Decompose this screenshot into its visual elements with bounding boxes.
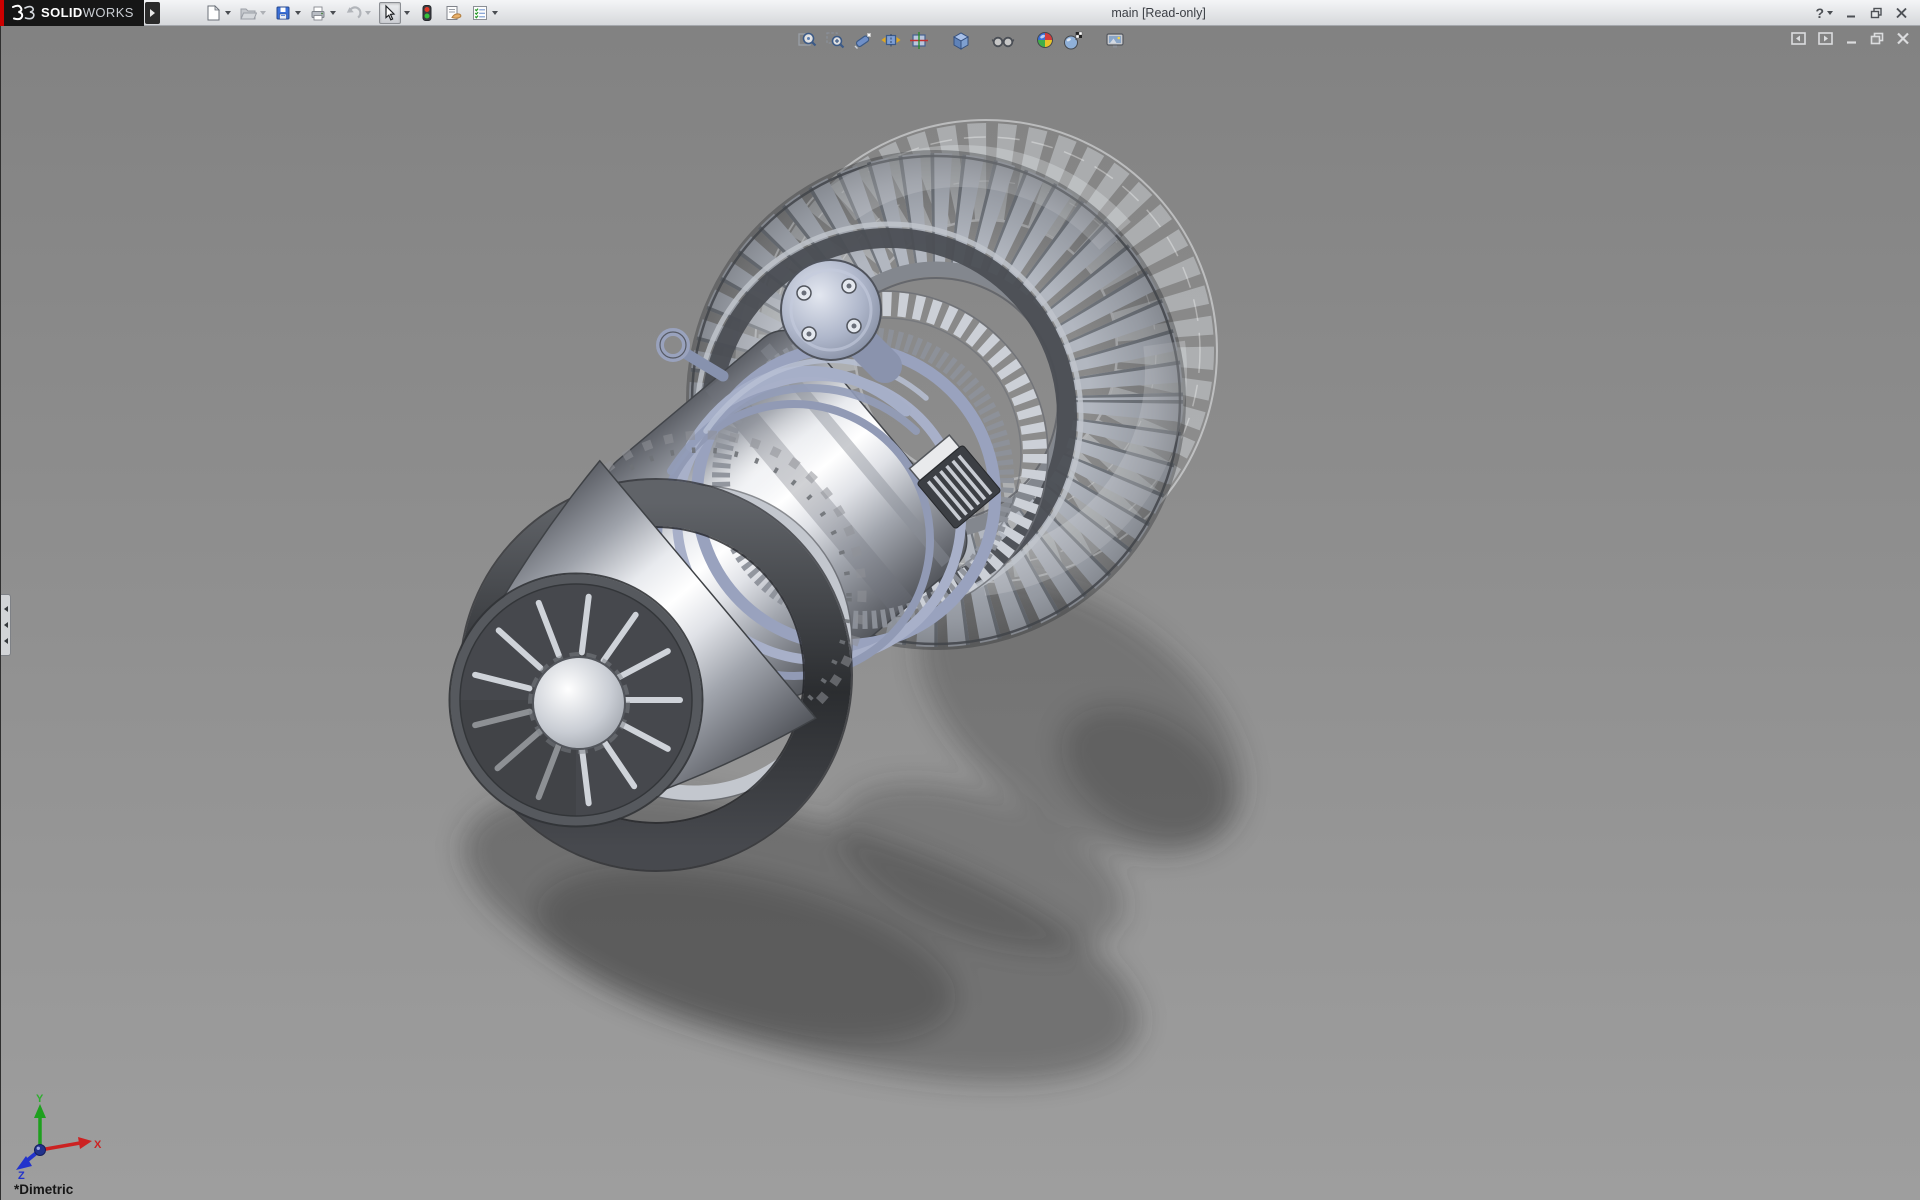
zoom-to-area-button[interactable] <box>823 29 847 51</box>
window-controls: ? <box>1815 5 1920 21</box>
zoom-to-fit-icon <box>796 29 818 51</box>
rebuild-traffic-light-icon <box>418 4 436 22</box>
hide-show-items-glasses-icon <box>991 29 1015 51</box>
restore-icon <box>1870 7 1883 19</box>
jet-engine-model <box>1 26 1920 1200</box>
new-document-button[interactable] <box>202 2 233 24</box>
help-icon: ? <box>1815 5 1824 21</box>
previous-view-icon <box>852 29 874 51</box>
solidworks-logo[interactable]: SOLIDWORKS <box>0 0 144 26</box>
open-dropdown[interactable] <box>260 11 266 15</box>
file-properties-icon <box>444 4 463 22</box>
feature-manager-collapsed-tab[interactable] <box>1 594 11 656</box>
view-orientation-label: *Dimetric <box>14 1182 73 1197</box>
open-button[interactable] <box>237 2 268 24</box>
view-orientation-icon <box>908 29 930 51</box>
view-settings-button[interactable] <box>1103 29 1127 51</box>
help-dropdown[interactable] <box>1827 11 1833 15</box>
select-button[interactable] <box>377 2 412 24</box>
save-floppy-icon <box>274 4 292 22</box>
undo-icon <box>344 4 362 22</box>
select-dropdown[interactable] <box>404 11 410 15</box>
print-icon <box>309 4 327 22</box>
app-restore-button[interactable] <box>1869 6 1883 20</box>
tab-arrow-icon <box>4 638 8 644</box>
document-title: main [Read-only] <box>502 6 1816 20</box>
reference-triad: Y X Z <box>6 1092 106 1180</box>
zoom-to-area-icon <box>824 29 846 51</box>
new-document-dropdown[interactable] <box>225 11 231 15</box>
main-toolbar <box>200 2 502 24</box>
headsup-view-toolbar <box>793 29 1129 51</box>
undo-button[interactable] <box>342 2 373 24</box>
save-dropdown[interactable] <box>295 11 301 15</box>
new-document-icon <box>204 4 222 22</box>
brand-light: WORKS <box>83 5 134 20</box>
rebuild-button[interactable] <box>416 2 438 24</box>
hide-show-items-button[interactable] <box>991 29 1015 51</box>
zoom-to-fit-button[interactable] <box>795 29 819 51</box>
shaft-hub <box>533 657 625 749</box>
doc-minimize-button[interactable] <box>1845 32 1858 45</box>
exhaust-opening <box>450 574 703 827</box>
options-button[interactable] <box>469 2 500 24</box>
help-button[interactable]: ? <box>1815 5 1833 21</box>
edit-appearance-button[interactable] <box>1033 29 1057 51</box>
model-viewport[interactable]: Y X Z *Dimetric <box>0 26 1920 1200</box>
display-style-button[interactable] <box>949 29 973 51</box>
view-settings-icon <box>1104 29 1126 51</box>
print-button[interactable] <box>307 2 338 24</box>
apply-scene-button[interactable] <box>1061 29 1085 51</box>
undo-dropdown[interactable] <box>365 11 371 15</box>
options-dropdown[interactable] <box>492 11 498 15</box>
close-icon <box>1895 7 1908 19</box>
view-orientation-button[interactable] <box>907 29 931 51</box>
triad-x-label: X <box>94 1139 102 1151</box>
tab-arrow-icon <box>4 606 8 612</box>
triad-y-label: Y <box>36 1093 44 1105</box>
collapse-panel-icon <box>1791 32 1806 45</box>
doc-restore-button[interactable] <box>1870 32 1884 45</box>
doc-close-icon <box>1896 32 1910 45</box>
apply-scene-icon <box>1062 29 1084 51</box>
select-cursor-icon <box>381 4 399 22</box>
doc-restore-icon <box>1870 32 1884 45</box>
triad-z-label: Z <box>18 1170 25 1180</box>
menu-expand-button[interactable] <box>145 2 160 24</box>
expand-panel-icon <box>1818 32 1833 45</box>
collapse-panel-button[interactable] <box>1791 32 1806 45</box>
edit-appearance-ball-icon <box>1034 29 1056 51</box>
display-style-icon <box>950 29 972 51</box>
minimize-icon <box>1845 7 1857 19</box>
section-view-icon <box>880 29 902 51</box>
menu-expand-arrow-icon <box>150 9 155 17</box>
title-bar: SOLIDWORKS <box>0 0 1920 26</box>
expand-panel-button[interactable] <box>1818 32 1833 45</box>
file-properties-button[interactable] <box>442 2 465 24</box>
app-close-button[interactable] <box>1894 6 1908 20</box>
save-button[interactable] <box>272 2 303 24</box>
brand-bold: SOLID <box>41 5 83 20</box>
section-view-button[interactable] <box>879 29 903 51</box>
options-checklist-icon <box>471 4 489 22</box>
app-minimize-button[interactable] <box>1844 6 1858 20</box>
doc-minimize-icon <box>1845 32 1858 45</box>
print-dropdown[interactable] <box>330 11 336 15</box>
document-window-controls <box>1791 32 1910 45</box>
previous-view-button[interactable] <box>851 29 875 51</box>
tab-arrow-icon <box>4 622 8 628</box>
open-folder-icon <box>239 4 257 22</box>
solidworks-logo-icon <box>10 4 36 21</box>
doc-close-button[interactable] <box>1896 32 1910 45</box>
